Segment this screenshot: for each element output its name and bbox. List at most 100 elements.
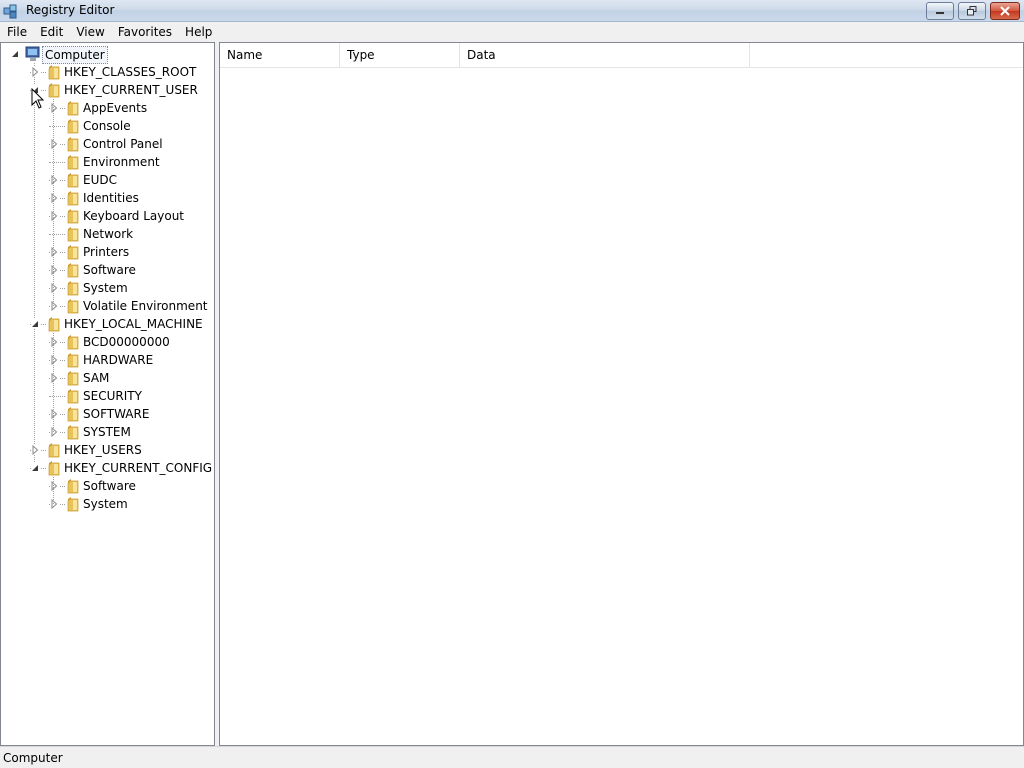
minimize-icon [936,12,944,14]
status-path: Computer [3,751,63,765]
expand-toggle[interactable] [50,283,59,293]
mouse-cursor-icon [31,88,45,109]
folder-icon [67,191,79,206]
folder-icon [67,119,79,134]
expand-toggle[interactable] [31,445,40,455]
expand-toggle[interactable] [50,211,59,221]
menu-view[interactable]: View [69,22,110,42]
restore-button[interactable] [958,2,986,20]
tree-node-label: HKEY_USERS [64,443,142,457]
expand-toggle[interactable] [50,499,59,509]
computer-icon [25,46,40,61]
folder-icon [48,461,60,476]
tree-node-bcd00000000[interactable]: BCD00000000 [1,333,214,351]
expand-arrow-icon [51,211,58,221]
values-list[interactable]: Name Type Data [219,42,1024,746]
expand-toggle[interactable] [50,247,59,257]
collapse-toggle[interactable] [31,463,40,473]
list-header: Name Type Data [220,43,1023,68]
column-header-type[interactable]: Type [340,43,460,68]
status-bar: Computer [0,746,1024,768]
menu-favorites[interactable]: Favorites [111,22,178,42]
tree-node-software[interactable]: SOFTWARE [1,405,214,423]
expand-arrow-icon [32,67,39,77]
expand-toggle[interactable] [50,481,59,491]
tree-node-security[interactable]: SECURITY [1,387,214,405]
tree-node-volatile-environment[interactable]: Volatile Environment [1,297,214,315]
folder-icon [67,407,79,422]
title-bar[interactable]: Registry Editor [0,0,1024,22]
tree-node-label: SAM [83,371,110,385]
expand-toggle[interactable] [50,265,59,275]
expand-arrow-icon [51,103,58,113]
close-icon [1000,6,1010,16]
expand-arrow-icon [51,409,58,419]
collapse-arrow-icon [32,465,38,471]
tree-node-computer[interactable]: Computer [1,45,214,64]
tree-node-hardware[interactable]: HARDWARE [1,351,214,369]
tree-node-identities[interactable]: Identities [1,189,214,207]
folder-icon [67,155,79,170]
tree-node-environment[interactable]: Environment [1,153,214,171]
tree-node-label: Environment [83,155,160,169]
tree-node-printers[interactable]: Printers [1,243,214,261]
folder-icon [67,101,79,116]
folder-icon [67,173,79,188]
expand-toggle[interactable] [50,139,59,149]
expand-toggle[interactable] [50,175,59,185]
expand-toggle[interactable] [50,337,59,347]
folder-icon [67,371,79,386]
tree-node-system[interactable]: SYSTEM [1,423,214,441]
close-button[interactable] [990,2,1020,20]
tree-node-sam[interactable]: SAM [1,369,214,387]
expand-toggle[interactable] [50,373,59,383]
expand-toggle[interactable] [50,301,59,311]
tree-node-hkey-classes-root[interactable]: HKEY_CLASSES_ROOT [1,63,214,81]
minimize-button[interactable] [926,2,954,20]
folder-icon [48,65,60,80]
tree-node-label: Computer [42,46,108,64]
menu-help[interactable]: Help [178,22,218,42]
menu-file[interactable]: File [0,22,33,42]
tree-node-software[interactable]: Software [1,477,214,495]
expand-arrow-icon [51,355,58,365]
tree-node-label: SECURITY [83,389,142,403]
tree-node-system[interactable]: System [1,279,214,297]
expand-toggle[interactable] [50,355,59,365]
registry-tree[interactable]: Computer HKEY_CLASSES_ROOT HKEY_CURRENT_US… [0,42,215,746]
tree-node-label: HARDWARE [83,353,154,367]
column-header-data[interactable]: Data [460,43,750,68]
tree-node-label: Control Panel [83,137,163,151]
expand-arrow-icon [51,175,58,185]
tree-node-hkey-current-config[interactable]: HKEY_CURRENT_CONFIG [1,459,214,477]
expand-toggle[interactable] [50,427,59,437]
folder-icon [67,245,79,260]
tree-node-label: Console [83,119,131,133]
tree-node-label: Identities [83,191,139,205]
tree-node-console[interactable]: Console [1,117,214,135]
restore-icon [967,6,977,16]
tree-node-eudc[interactable]: EUDC [1,171,214,189]
tree-node-hkey-local-machine[interactable]: HKEY_LOCAL_MACHINE [1,315,214,333]
expand-toggle[interactable] [50,103,59,113]
tree-node-network[interactable]: Network [1,225,214,243]
tree-node-control-panel[interactable]: Control Panel [1,135,214,153]
tree-connector-line [49,162,65,163]
tree-node-software[interactable]: Software [1,261,214,279]
expand-toggle[interactable] [31,67,40,77]
expand-toggle[interactable] [50,193,59,203]
menu-edit[interactable]: Edit [33,22,69,42]
tree-connector-line [53,333,54,432]
tree-node-hkey-users[interactable]: HKEY_USERS [1,441,214,459]
tree-node-label: System [83,281,128,295]
window-title: Registry Editor [26,3,115,17]
tree-node-system[interactable]: System [1,495,214,513]
expand-arrow-icon [51,283,58,293]
collapse-toggle[interactable] [11,49,20,59]
folder-icon [67,479,79,494]
column-header-name[interactable]: Name [220,43,340,68]
collapse-toggle[interactable] [31,319,40,329]
expand-toggle[interactable] [50,409,59,419]
tree-node-label: SYSTEM [83,425,131,439]
tree-node-keyboard-layout[interactable]: Keyboard Layout [1,207,214,225]
